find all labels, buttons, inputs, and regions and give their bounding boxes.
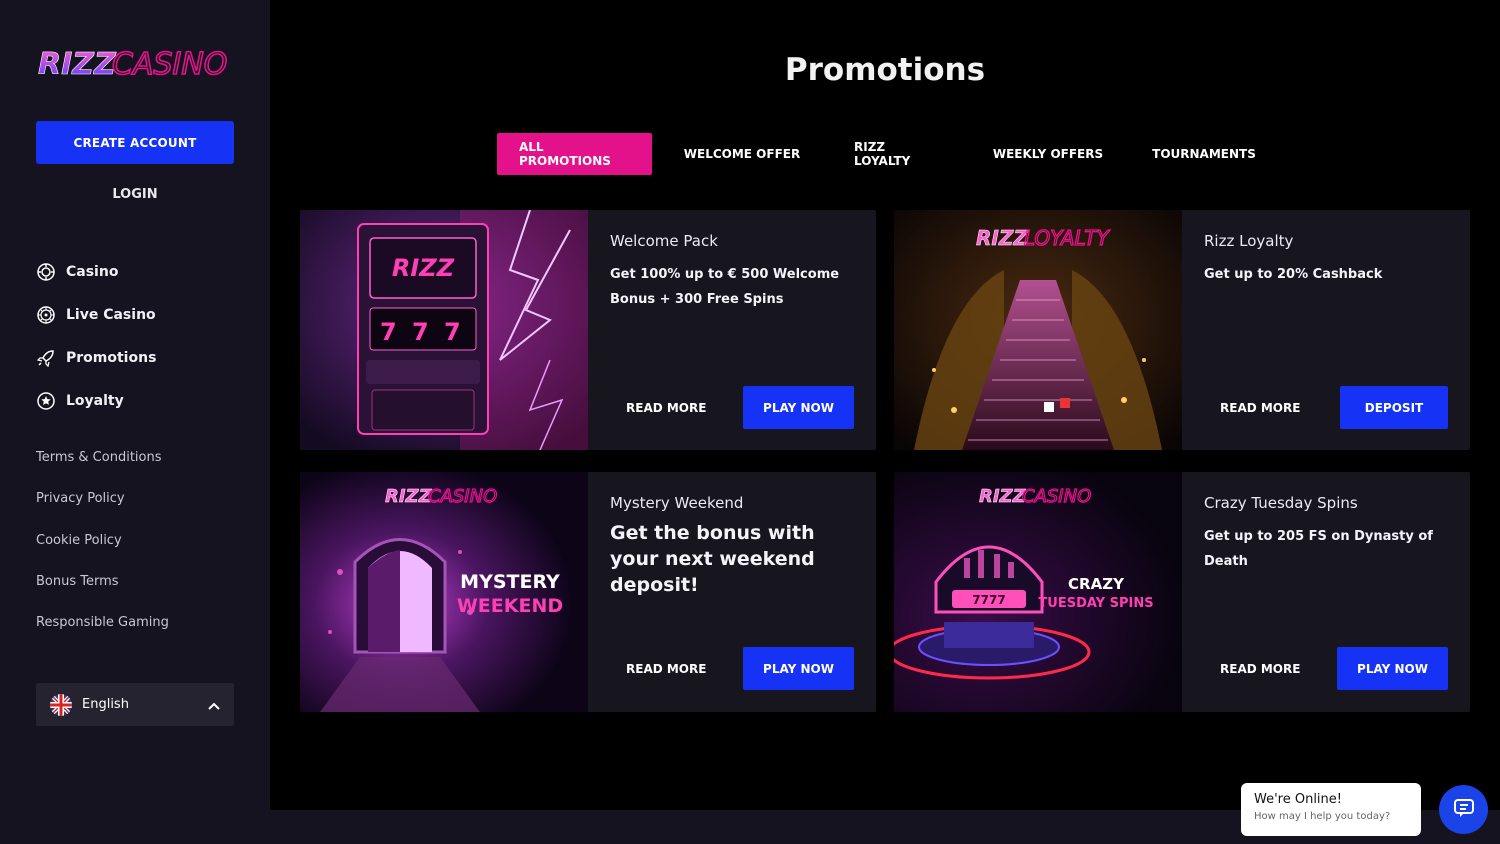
main-content: Promotions ALL PROMOTIONS WELCOME OFFER … [270, 0, 1500, 810]
deposit-button[interactable]: DEPOSIT [1340, 386, 1448, 429]
sidebar-item-label: Promotions [66, 349, 157, 366]
svg-text:RIZZ: RIZZ [392, 254, 455, 282]
uk-flag-icon [50, 693, 72, 716]
svg-text:7: 7 [380, 318, 397, 346]
promotion-tabs: ALL PROMOTIONS WELCOME OFFER RIZZ LOYALT… [497, 133, 1274, 175]
read-more-button[interactable]: READ MORE [626, 386, 706, 429]
svg-text:CASINO: CASINO [1022, 486, 1091, 507]
welcome-pack-image: RIZZ 7 7 7 [300, 210, 588, 450]
app: RIZZ CASINO CREATE ACCOUNT LOGIN Casino … [0, 0, 1500, 844]
sidebar-item-casino[interactable]: Casino [36, 250, 236, 293]
read-more-button[interactable]: READ MORE [1220, 647, 1300, 690]
read-more-button[interactable]: READ MORE [626, 647, 706, 690]
rocket-icon [36, 348, 56, 368]
card-title: Crazy Tuesday Spins [1204, 494, 1358, 512]
chevron-up-icon [208, 695, 220, 714]
sidebar-item-promotions[interactable]: Promotions [36, 336, 236, 379]
tab-weekly-offers[interactable]: WEEKLY OFFERS [962, 133, 1134, 175]
card-description: Get the bonus with your next weekend dep… [610, 522, 815, 596]
svg-text:7777: 7777 [972, 593, 1005, 607]
crazy-tuesday-spins-image: 7777 RIZZ CASINO CRAZY TUESDAY SPINS [894, 472, 1182, 712]
chat-status: We're Online! [1254, 792, 1342, 807]
cookie-policy-link[interactable]: Cookie Policy [36, 520, 236, 561]
page-title: Promotions [784, 52, 986, 88]
tab-all-promotions[interactable]: ALL PROMOTIONS [497, 133, 652, 175]
responsible-gaming-link[interactable]: Responsible Gaming [36, 602, 236, 643]
svg-text:CASINO: CASINO [112, 47, 227, 82]
svg-text:7: 7 [412, 318, 429, 346]
sidebar: RIZZ CASINO CREATE ACCOUNT LOGIN Casino … [0, 0, 270, 844]
card-title: Rizz Loyalty [1204, 232, 1294, 250]
play-now-button[interactable]: PLAY NOW [743, 386, 854, 429]
promo-card-rizz-loyalty: RIZZ LOYALTY Rizz Loyalty Get up to 20% … [894, 210, 1470, 450]
chat-prompt: How may I help you today? [1254, 811, 1391, 822]
svg-text:TUESDAY SPINS: TUESDAY SPINS [1038, 596, 1153, 611]
terms-conditions-link[interactable]: Terms & Conditions [36, 437, 236, 478]
svg-text:RIZZ: RIZZ [38, 47, 117, 82]
language-selector[interactable]: English [36, 683, 234, 726]
card-description: Get up to 20% Cashback [1204, 267, 1383, 282]
chat-icon [1453, 797, 1475, 823]
sidebar-item-label: Casino [66, 263, 119, 280]
tab-tournaments[interactable]: TOURNAMENTS [1134, 133, 1274, 175]
card-description: Get up to 205 FS on Dynasty of Death [1204, 529, 1433, 569]
svg-text:RIZZ: RIZZ [385, 486, 433, 507]
tab-welcome-offer[interactable]: WELCOME OFFER [652, 133, 832, 175]
svg-text:LOYALTY: LOYALTY [1024, 226, 1111, 250]
promo-card-crazy-tuesday-spins: 7777 RIZZ CASINO CRAZY TUESDAY SPINS Cra… [894, 472, 1470, 712]
privacy-policy-link[interactable]: Privacy Policy [36, 478, 236, 519]
svg-text:MYSTERY: MYSTERY [460, 571, 560, 593]
card-title: Welcome Pack [610, 232, 718, 250]
read-more-button[interactable]: READ MORE [1220, 386, 1300, 429]
svg-text:CASINO: CASINO [428, 486, 497, 507]
rizz-loyalty-image: RIZZ LOYALTY [894, 210, 1182, 450]
chat-greeting-bubble[interactable]: We're Online! How may I help you today? [1241, 783, 1421, 836]
star-icon [36, 391, 56, 411]
svg-text:RIZZ: RIZZ [979, 486, 1027, 507]
sidebar-item-label: Loyalty [66, 392, 124, 409]
sidebar-nav: Casino Live Casino Promotions Loyalty [36, 250, 236, 422]
svg-text:RIZZ: RIZZ [976, 226, 1028, 250]
promo-card-welcome-pack: RIZZ 7 7 7 Welcome Pack Get 100% up to €… [300, 210, 876, 450]
create-account-button[interactable]: CREATE ACCOUNT [36, 121, 234, 164]
chat-launcher-button[interactable] [1439, 785, 1488, 834]
sidebar-item-label: Live Casino [66, 306, 156, 323]
footer-links: Terms & Conditions Privacy Policy Cookie… [36, 437, 236, 643]
roulette-icon [36, 305, 56, 325]
rizz-casino-logo[interactable]: RIZZ CASINO [36, 40, 236, 84]
tab-rizz-loyalty[interactable]: RIZZ LOYALTY [832, 133, 962, 175]
sidebar-item-loyalty[interactable]: Loyalty [36, 379, 236, 422]
svg-text:WEEKEND: WEEKEND [457, 595, 563, 617]
card-description: Get 100% up to € 500 Welcome Bonus + 300… [610, 267, 840, 307]
play-now-button[interactable]: PLAY NOW [1337, 647, 1448, 690]
bonus-terms-link[interactable]: Bonus Terms [36, 561, 236, 602]
promo-card-mystery-weekend: RIZZ CASINO MYSTERY WEEKEND Mystery Week… [300, 472, 876, 712]
mystery-weekend-image: RIZZ CASINO MYSTERY WEEKEND [300, 472, 588, 712]
login-button[interactable]: LOGIN [36, 180, 234, 208]
card-title: Mystery Weekend [610, 494, 744, 512]
chip-icon [36, 262, 56, 282]
play-now-button[interactable]: PLAY NOW [743, 647, 854, 690]
sidebar-item-live-casino[interactable]: Live Casino [36, 293, 236, 336]
svg-text:7: 7 [444, 318, 461, 346]
svg-text:CRAZY: CRAZY [1068, 575, 1125, 593]
language-label: English [82, 697, 129, 712]
